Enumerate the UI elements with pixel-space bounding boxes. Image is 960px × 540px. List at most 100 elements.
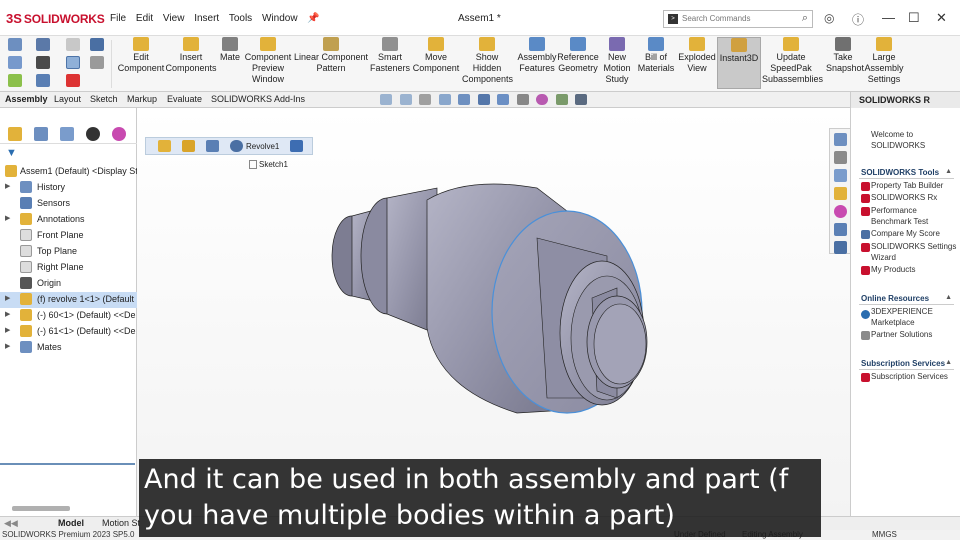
search-commands-input[interactable]: > Search Commands ⌕ [663, 10, 813, 28]
ribbon-button-snapshot[interactable]: Take Snapshot [826, 37, 864, 91]
maximize-button[interactable]: ☐ [908, 10, 920, 26]
dimxpert-tab-icon[interactable] [86, 127, 100, 141]
tab-evaluate[interactable]: Evaluate [167, 94, 202, 104]
property-manager-tab-icon[interactable] [34, 127, 48, 141]
tree-item[interactable]: Front Plane [0, 228, 137, 244]
ribbon-button-linear-pattern[interactable]: Linear Component Pattern [294, 37, 368, 91]
partner-solutions-link[interactable]: Partner Solutions [871, 329, 932, 340]
ribbon-button-assembly-features[interactable]: Assembly Features [516, 37, 558, 91]
compare-score-link[interactable]: Compare My Score [871, 228, 940, 239]
status-units[interactable]: MMGS [872, 530, 897, 539]
menu-tools[interactable]: Tools [229, 13, 252, 24]
tab-motion-study[interactable]: Motion St [102, 518, 140, 528]
tree-item[interactable]: Right Plane [0, 260, 137, 276]
options-gear-icon[interactable] [90, 56, 104, 69]
redo-icon[interactable] [36, 74, 50, 87]
solidworks-forum-icon[interactable] [834, 241, 847, 254]
ribbon-button-component-preview[interactable]: Component Preview Window [244, 37, 292, 91]
ribbon-button-bom[interactable]: Bill of Materials [636, 37, 676, 91]
minimize-button[interactable]: — [882, 10, 895, 25]
collapse-online-icon[interactable]: ▲ [945, 294, 952, 301]
property-tab-builder-link[interactable]: Property Tab Builder [871, 180, 943, 191]
search-icon[interactable]: ⌕ [802, 12, 808, 25]
ribbon-button-move-component[interactable]: Move Component [408, 37, 464, 91]
dynamic-annotation-icon[interactable] [458, 94, 471, 105]
menu-insert[interactable]: Insert [194, 13, 219, 24]
save-icon[interactable] [36, 38, 50, 51]
tree-item[interactable]: Top Plane [0, 244, 137, 260]
benchmark-link[interactable]: Performance Benchmark Test [871, 205, 928, 227]
file-explorer-icon[interactable] [834, 187, 847, 200]
tree-item[interactable]: Sensors [0, 196, 137, 212]
welcome-link[interactable]: Welcome to SOLIDWORKS [871, 129, 925, 151]
ribbon-button-show-hidden[interactable]: Show Hidden Components [462, 37, 513, 91]
tab-layout[interactable]: Layout [54, 94, 81, 104]
tab-addins[interactable]: SOLIDWORKS Add-Ins [211, 94, 305, 104]
collapse-tools-icon[interactable]: ▲ [945, 168, 952, 175]
horizontal-scrollbar[interactable] [12, 506, 70, 511]
ribbon-button-reference-geometry[interactable]: Reference Geometry [556, 37, 600, 91]
ribbon-button-exploded-view[interactable]: Exploded View [676, 37, 718, 91]
ribbon-button-smart-fasteners[interactable]: Smart Fasteners [368, 37, 412, 91]
pin-icon[interactable]: 📌 [307, 13, 319, 24]
ribbon-button-motion-study[interactable]: New Motion Study [600, 37, 634, 91]
settings-wizard-link[interactable]: SOLIDWORKS Settings Wizard [871, 241, 956, 263]
expand-arrow-icon[interactable]: ▶ [5, 294, 10, 302]
home-icon[interactable] [8, 38, 22, 51]
expand-arrow-icon[interactable]: ▶ [5, 214, 10, 222]
tab-sketch[interactable]: Sketch [90, 94, 118, 104]
edit-appearance-icon[interactable] [536, 94, 549, 105]
display-manager-tab-icon[interactable] [112, 127, 126, 141]
scroll-tabs-left-icon[interactable]: ◀◀ [4, 518, 18, 529]
user-icon[interactable]: ◎ [824, 11, 834, 25]
expand-arrow-icon[interactable]: ▶ [5, 310, 10, 318]
revolve-part-model[interactable] [137, 108, 850, 516]
help-icon[interactable]: ⓘ [852, 11, 864, 28]
tab-assembly[interactable]: Assembly [5, 94, 48, 104]
solidworks-rx-link[interactable]: SOLIDWORKS Rx [871, 192, 937, 203]
display-style-icon[interactable] [497, 94, 510, 105]
menu-file[interactable]: File [110, 13, 126, 24]
filter-icon[interactable]: ▼ [6, 147, 17, 159]
close-button[interactable]: ✕ [936, 10, 947, 26]
zoom-area-icon[interactable] [399, 94, 412, 105]
graphics-area[interactable]: Revolve1 Sketch1 [137, 108, 850, 516]
home-tab-icon[interactable] [834, 133, 847, 146]
tree-item[interactable]: ▶ (-) 61<1> (Default) <<De [0, 324, 137, 340]
tree-item[interactable]: Origin [0, 276, 137, 292]
rebuild-icon[interactable] [8, 74, 22, 87]
zoom-to-fit-icon[interactable] [380, 94, 392, 105]
custom-properties-icon[interactable] [834, 223, 847, 236]
tree-item[interactable]: ▶ (-) 60<1> (Default) <<De [0, 308, 137, 324]
ribbon-button-instant3d[interactable]: Instant3D [717, 37, 761, 89]
tab-model[interactable]: Model [58, 518, 84, 528]
section-view-icon[interactable] [438, 94, 451, 105]
menu-window[interactable]: Window [262, 13, 298, 24]
menu-view[interactable]: View [163, 13, 185, 24]
traffic-light-icon[interactable] [66, 74, 80, 87]
ribbon-button-insert-components[interactable]: Insert Components [162, 37, 220, 91]
marketplace-link[interactable]: 3DEXPERIENCE Marketplace [871, 306, 933, 328]
menu-edit[interactable]: Edit [136, 13, 153, 24]
ribbon-button-large-assembly[interactable]: Large Assembly Settings [862, 37, 906, 91]
ribbon-button-edit-component[interactable]: Edit Component [116, 37, 166, 91]
undo-icon[interactable] [66, 38, 80, 51]
feature-tree-tab-icon[interactable] [8, 127, 22, 141]
subscription-services-link[interactable]: Subscription Services [871, 371, 948, 382]
ribbon-button-mate[interactable]: Mate [218, 37, 242, 91]
my-products-link[interactable]: My Products [871, 264, 915, 275]
solidworks-logo[interactable]: 3S SOLIDWORKS [6, 11, 105, 26]
configuration-manager-tab-icon[interactable] [60, 127, 74, 141]
new-icon[interactable] [8, 56, 22, 69]
tree-item[interactable]: ▶ Mates [0, 340, 137, 356]
view-settings-icon[interactable] [575, 94, 588, 105]
tab-markup[interactable]: Markup [127, 94, 157, 104]
design-library-icon[interactable] [834, 169, 847, 182]
previous-view-icon[interactable] [419, 94, 432, 105]
apply-scene-icon[interactable] [555, 94, 568, 105]
print-icon[interactable] [36, 56, 50, 69]
ribbon-button-speedpak[interactable]: Update SpeedPak Subassemblies [762, 37, 823, 91]
expand-arrow-icon[interactable]: ▶ [5, 326, 10, 334]
select-icon[interactable] [66, 56, 80, 69]
3d-content-central-icon[interactable] [834, 151, 847, 164]
